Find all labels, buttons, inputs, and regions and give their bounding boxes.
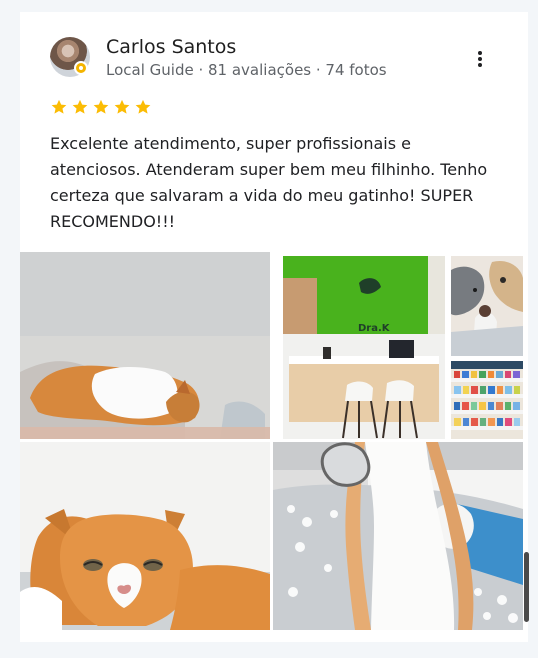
author-name[interactable]: Carlos Santos	[106, 36, 236, 58]
review-photo-6[interactable]	[273, 442, 523, 630]
review-photo-2[interactable]: Dra.K	[283, 256, 445, 439]
review-photo-1[interactable]	[20, 252, 270, 439]
local-guide-badge-icon	[74, 61, 88, 75]
review-photo-3[interactable]	[451, 256, 523, 356]
star-icon	[51, 99, 67, 114]
cat-lying-image	[20, 361, 270, 439]
review-photo-4[interactable]	[451, 361, 523, 439]
review-photo-5[interactable]	[20, 442, 270, 630]
star-icon	[135, 99, 151, 114]
pet-poster-image	[451, 256, 523, 356]
star-icon	[72, 99, 88, 114]
more-vert-icon	[470, 51, 490, 67]
cat-sitting-image	[273, 442, 523, 630]
rating-stars	[50, 98, 152, 116]
review-text: Excelente atendimento, super profissiona…	[50, 134, 488, 231]
pharmacy-shelves-image	[451, 361, 523, 439]
clinic-reception-image: Dra.K	[283, 256, 445, 439]
clinic-sign: Dra.K	[358, 323, 391, 334]
more-options-button[interactable]	[470, 49, 490, 69]
star-icon	[114, 99, 130, 114]
review-card: Carlos Santos Local Guide · 81 avaliaçõe…	[20, 12, 529, 642]
cat-face-image	[20, 442, 270, 630]
author-meta: Local Guide · 81 avaliações · 74 fotos	[106, 61, 387, 79]
scrollbar[interactable]	[524, 552, 529, 622]
star-icon	[93, 99, 109, 114]
